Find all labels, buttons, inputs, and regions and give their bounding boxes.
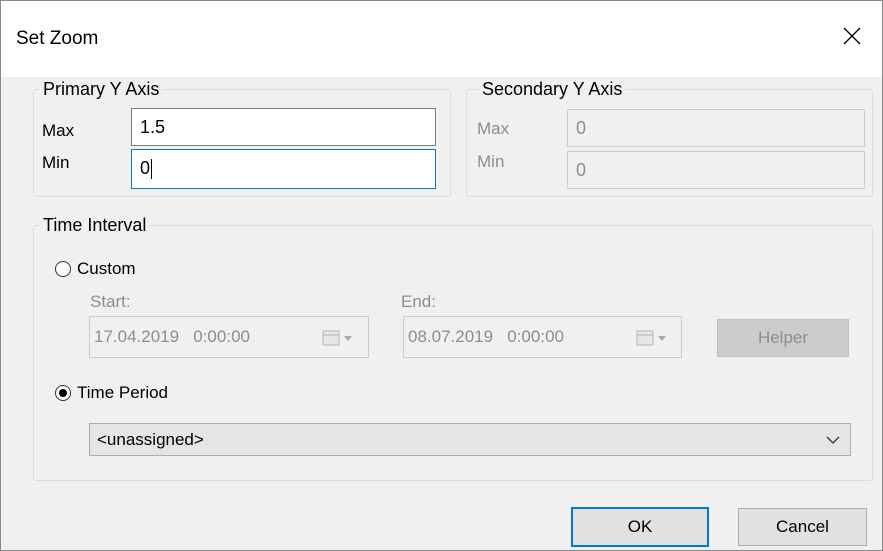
time-interval-group: Time Interval Custom Start: 17.04.2019 0… <box>33 214 873 481</box>
radio-selected-dot <box>59 389 67 397</box>
primary-min-label: Min <box>42 153 70 172</box>
secondary-min-input[interactable]: 0 <box>567 151 865 189</box>
cancel-button-label: Cancel <box>776 517 829 536</box>
time-period-radio-label[interactable]: Time Period <box>77 383 168 403</box>
cancel-button[interactable]: Cancel <box>738 508 867 546</box>
end-datetime-picker[interactable]: 08.07.2019 0:00:00 <box>403 316 682 358</box>
helper-button[interactable]: Helper <box>717 319 849 357</box>
secondary-min-value: 0 <box>576 160 587 180</box>
end-datetime-value: 08.07.2019 0:00:00 <box>408 327 564 346</box>
time-period-radio[interactable] <box>55 385 71 401</box>
secondary-max-label: Max <box>477 119 510 138</box>
text-cursor <box>151 159 153 180</box>
custom-radio[interactable] <box>55 261 71 277</box>
secondary-min-label: Min <box>477 152 505 171</box>
time-period-selected-value: <unassigned> <box>97 430 204 449</box>
ok-button[interactable]: OK <box>571 507 709 547</box>
start-label: Start: <box>90 292 131 311</box>
end-label: End: <box>401 292 436 311</box>
set-zoom-dialog: Set Zoom Primary Y Axis Max 1.5 Min 0 Se… <box>0 0 883 551</box>
start-datetime-value: 17.04.2019 0:00:00 <box>94 327 250 346</box>
time-period-select[interactable]: <unassigned> <box>89 423 851 456</box>
primary-y-axis-group: Primary Y Axis Max 1.5 Min 0 <box>33 78 451 197</box>
secondary-max-value: 0 <box>576 118 587 138</box>
close-icon <box>843 27 861 45</box>
dialog-title: Set Zoom <box>16 28 99 49</box>
secondary-max-input[interactable]: 0 <box>567 109 865 147</box>
primary-min-input[interactable]: 0 <box>131 149 436 189</box>
helper-button-label: Helper <box>757 328 809 347</box>
primary-min-value: 0 <box>140 158 151 178</box>
title-bar: Set Zoom <box>1 1 882 77</box>
primary-max-value: 1.5 <box>140 117 166 137</box>
primary-max-input[interactable]: 1.5 <box>131 108 436 146</box>
calendar-dropdown-icon <box>636 330 666 346</box>
start-datetime-picker[interactable]: 17.04.2019 0:00:00 <box>89 316 369 358</box>
secondary-y-axis-group: Secondary Y Axis Max 0 Min 0 <box>466 78 873 197</box>
primary-y-axis-legend: Primary Y Axis <box>40 78 163 100</box>
chevron-down-icon <box>826 436 840 444</box>
time-interval-legend: Time Interval <box>40 214 150 236</box>
ok-button-label: OK <box>627 517 653 536</box>
close-button[interactable] <box>822 11 882 61</box>
calendar-dropdown-icon <box>322 330 352 346</box>
custom-radio-label[interactable]: Custom <box>77 259 136 279</box>
primary-max-label: Max <box>42 121 75 140</box>
secondary-y-axis-legend: Secondary Y Axis <box>479 78 626 100</box>
